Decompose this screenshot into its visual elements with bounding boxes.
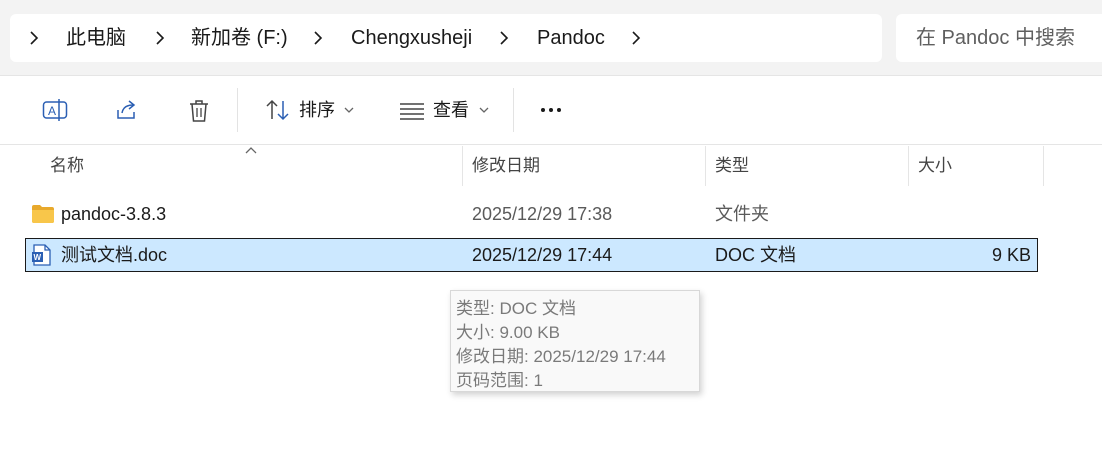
command-bar: A 排序 查看	[0, 76, 1102, 144]
svg-text:W: W	[34, 253, 42, 262]
chevron-right-icon[interactable]	[24, 14, 44, 62]
column-divider[interactable]	[1043, 146, 1044, 186]
file-modified: 2025/12/29 17:44	[472, 245, 613, 265]
svg-text:A: A	[48, 104, 56, 118]
share-icon	[117, 100, 136, 119]
file-size: 9 KB	[991, 245, 1031, 265]
sort-button[interactable]: 排序	[299, 76, 335, 144]
content-pane: A 排序 查看 名称 修改日期 类型 大小 pandoc-3.8.3 2025/…	[0, 75, 1102, 462]
chevron-right-icon[interactable]	[308, 14, 328, 62]
column-divider[interactable]	[705, 146, 706, 186]
table-row[interactable]: pandoc-3.8.3 2025/12/29 17:38 文件夹	[25, 197, 1038, 231]
address-bar[interactable]: 此电脑 新加卷 (F:) Chengxusheji Pandoc	[10, 14, 882, 62]
column-divider[interactable]	[462, 146, 463, 186]
breadcrumb-folder-pandoc[interactable]: Pandoc	[537, 14, 605, 62]
tooltip-modified: 修改日期: 2025/12/29 17:44	[456, 347, 666, 366]
rename-button[interactable]: A	[34, 92, 74, 128]
rename-icon: A	[42, 99, 68, 121]
delete-button[interactable]	[178, 92, 218, 128]
chevron-down-icon[interactable]	[479, 106, 489, 114]
chevron-right-icon[interactable]	[626, 14, 646, 62]
tooltip-size: 大小: 9.00 KB	[456, 323, 560, 342]
breadcrumb-this-pc[interactable]: 此电脑	[66, 14, 126, 62]
view-list-icon	[400, 103, 424, 120]
file-info-tooltip: 类型: DOC 文档 大小: 9.00 KB 修改日期: 2025/12/29 …	[450, 290, 700, 392]
file-type: DOC 文档	[715, 245, 796, 265]
toolbar-separator	[0, 144, 1102, 145]
file-modified: 2025/12/29 17:38	[472, 204, 613, 224]
breadcrumb-drive[interactable]: 新加卷 (F:)	[191, 14, 288, 62]
file-type: 文件夹	[715, 204, 769, 224]
more-button[interactable]	[530, 92, 570, 128]
sort-icon-wrap[interactable]	[256, 92, 296, 128]
chevron-down-icon[interactable]	[344, 106, 354, 114]
file-name[interactable]: 测试文档.doc	[61, 238, 167, 272]
word-document-icon: W	[32, 244, 51, 266]
column-header-size[interactable]: 大小	[918, 146, 952, 186]
toolbar-divider	[237, 88, 238, 132]
column-header-modified[interactable]: 修改日期	[472, 146, 540, 186]
sort-ascending-icon	[245, 147, 257, 154]
chevron-right-icon[interactable]	[150, 14, 170, 62]
folder-icon	[32, 205, 54, 223]
more-dots-icon	[541, 108, 561, 112]
column-header-name[interactable]: 名称	[50, 146, 84, 186]
file-name[interactable]: pandoc-3.8.3	[61, 197, 166, 231]
chevron-right-icon[interactable]	[494, 14, 514, 62]
share-button[interactable]	[106, 92, 146, 128]
view-icon-wrap[interactable]	[390, 92, 430, 128]
table-row-selected[interactable]: W 测试文档.doc 2025/12/29 17:44 DOC 文档 9 KB	[25, 238, 1038, 272]
search-box[interactable]: 在 Pandoc 中搜索	[896, 14, 1102, 62]
sort-icon	[266, 99, 289, 121]
view-button[interactable]: 查看	[433, 76, 469, 144]
file-size	[920, 197, 1030, 231]
search-placeholder[interactable]: 在 Pandoc 中搜索	[916, 14, 1075, 62]
trash-icon	[190, 100, 208, 122]
column-header-type[interactable]: 类型	[715, 146, 749, 186]
breadcrumb-folder-chengxusheji[interactable]: Chengxusheji	[351, 14, 472, 62]
tooltip-pages: 页码范围: 1	[456, 371, 543, 390]
column-divider[interactable]	[908, 146, 909, 186]
toolbar-divider	[513, 88, 514, 132]
title-bar: 此电脑 新加卷 (F:) Chengxusheji Pandoc 在 Pando…	[0, 0, 1102, 75]
tooltip-type: 类型: DOC 文档	[456, 299, 576, 318]
